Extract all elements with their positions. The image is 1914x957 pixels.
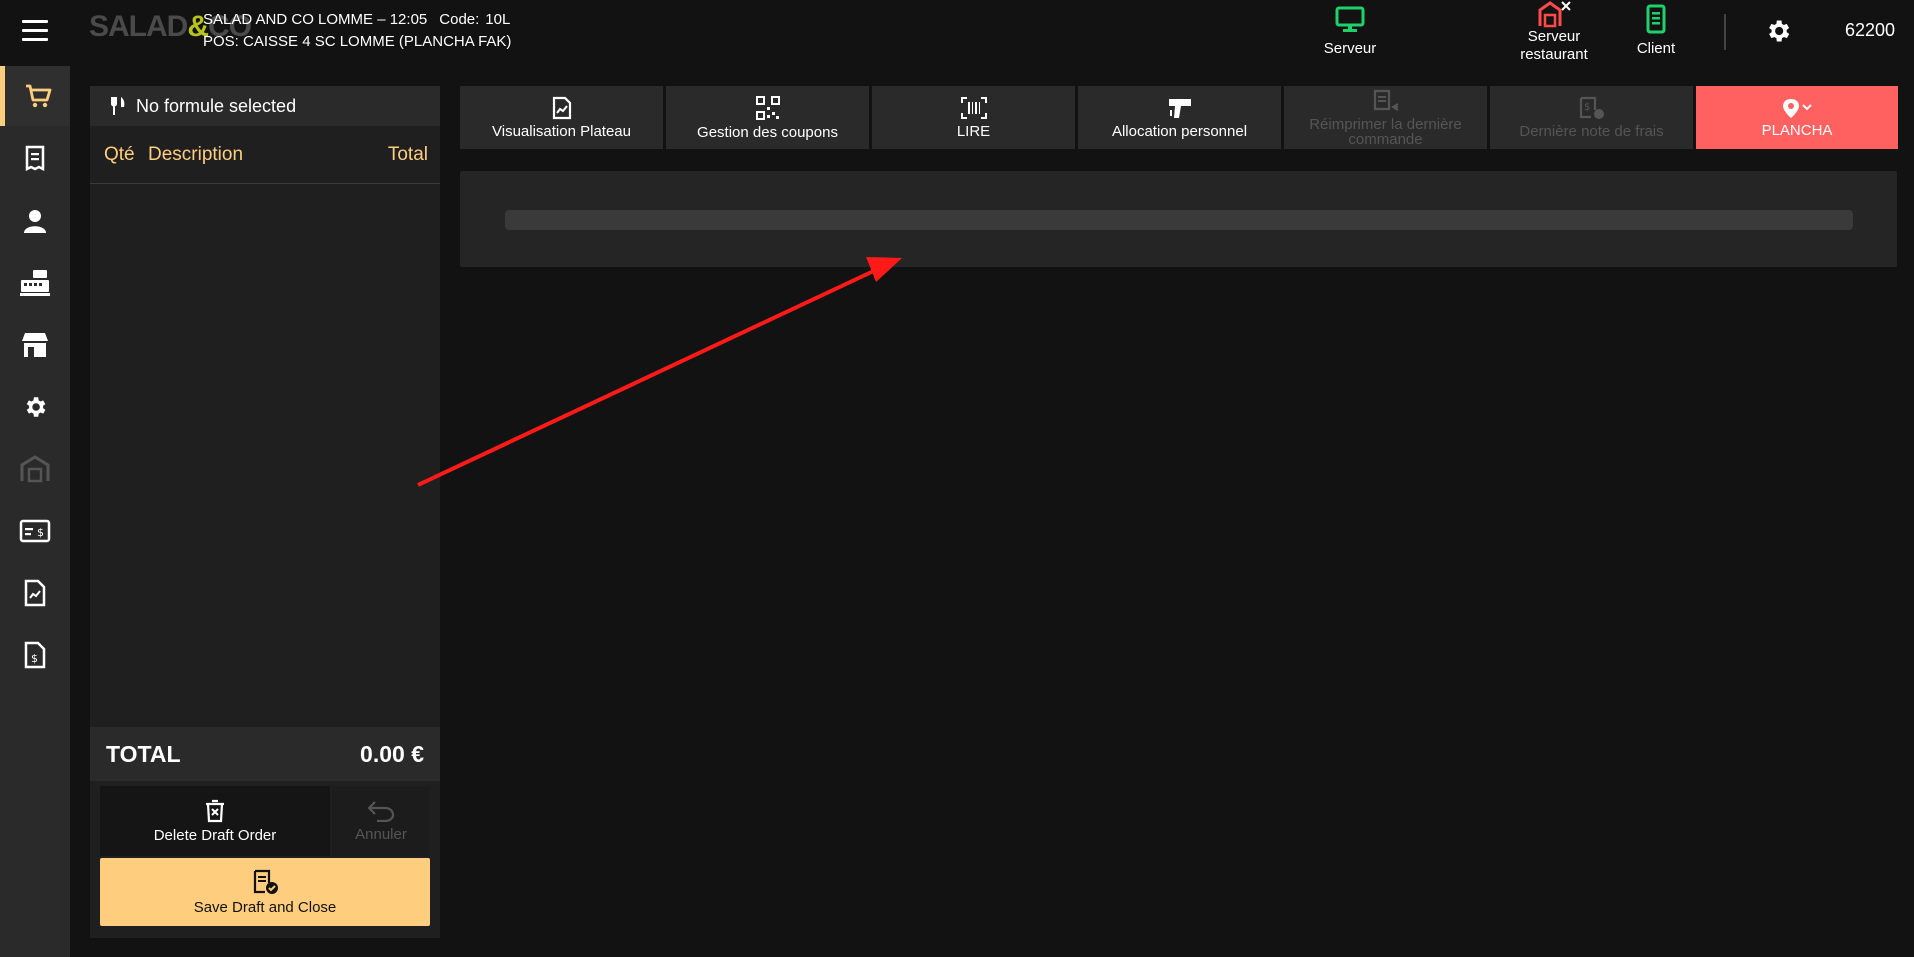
sidebar-item-cash-register[interactable] (0, 253, 70, 313)
delete-draft-button[interactable]: Delete Draft Order (100, 786, 330, 856)
user-icon (24, 210, 46, 233)
delete-draft-label: Delete Draft Order (153, 826, 277, 844)
client-button[interactable]: Client (1630, 4, 1682, 57)
serveur-button[interactable]: Serveur (1320, 6, 1380, 57)
svg-text:$: $ (1584, 102, 1590, 113)
sidebar-item-payments[interactable]: $ (0, 501, 70, 561)
expense-note-icon: $ (1579, 96, 1604, 119)
column-description: Description (148, 143, 244, 165)
reimprimer-label: Réimprimer la dernière commande (1309, 115, 1462, 148)
column-qte: Qté (104, 143, 135, 165)
gear-icon (26, 397, 46, 417)
reprint-icon (1373, 89, 1399, 111)
receipt-icon (25, 145, 45, 172)
serveur-label: Serveur (1323, 40, 1377, 57)
gestion-coupons-button[interactable]: Gestion des coupons (666, 86, 869, 149)
formule-label: No formule selected (136, 95, 297, 116)
phone-icon (1646, 4, 1666, 34)
svg-text:$: $ (37, 526, 44, 539)
restaurant-icon (1538, 1, 1571, 28)
sidebar-item-cart[interactable] (0, 66, 70, 126)
scanner-gun-icon (1168, 99, 1191, 118)
undo-icon (367, 800, 395, 822)
serveur-restaurant-label-1: Serveur (1527, 28, 1581, 45)
chart-document-icon (552, 96, 571, 120)
store-time: SALAD AND CO LOMME – 12:05 (203, 11, 428, 28)
order-table-header: Qté Description Total (90, 126, 440, 184)
top-bar: SALAD&CO SALAD AND CO LOMME – 12:05 Code:… (0, 0, 1914, 66)
invoice-icon: $ (24, 641, 46, 669)
location-pin-icon (1783, 99, 1812, 118)
gear-icon[interactable] (1764, 17, 1792, 45)
code-label: Code: (439, 11, 480, 28)
action-toolbar: Visualisation Plateau Gestion des coupon… (460, 86, 1898, 149)
plancha-label: PLANCHA (1761, 122, 1833, 139)
trash-icon (206, 799, 224, 822)
total-bar: TOTAL 0.00 € (90, 727, 440, 781)
content-panel (460, 171, 1897, 267)
visualisation-plateau-label: Visualisation Plateau (492, 123, 631, 140)
warehouse-icon (20, 455, 50, 483)
serveur-restaurant-label-2: restaurant (1520, 46, 1588, 63)
barcode-scan-icon (960, 97, 987, 119)
cart-icon (25, 84, 51, 108)
order-actions: Delete Draft Order Annuler (100, 786, 430, 856)
visualisation-plateau-button[interactable]: Visualisation Plateau (460, 86, 663, 149)
reimprimer-button[interactable]: Réimprimer la dernière commande (1284, 86, 1487, 149)
sidebar-item-invoices[interactable]: $ (0, 625, 70, 685)
order-panel: No formule selected Qté Description Tota… (90, 86, 440, 938)
total-label: TOTAL (106, 740, 181, 767)
store-info: SALAD AND CO LOMME – 12:05 Code: 10L (203, 11, 510, 28)
svg-text:$: $ (31, 652, 38, 665)
header-divider (1724, 14, 1726, 50)
cutlery-icon (111, 97, 125, 115)
allocation-personnel-button[interactable]: Allocation personnel (1078, 86, 1281, 149)
loading-bar (505, 210, 1853, 230)
client-label: Client (1636, 40, 1676, 57)
document-check-icon (253, 869, 278, 894)
sidebar: $ $ (0, 66, 70, 957)
menu-icon[interactable] (22, 20, 48, 42)
plancha-location-button[interactable]: PLANCHA (1696, 86, 1898, 149)
allocation-personnel-label: Allocation personnel (1111, 123, 1248, 140)
lire-button[interactable]: LIRE (872, 86, 1075, 149)
code-value: 10L (485, 11, 511, 28)
sidebar-item-settings[interactable] (0, 377, 70, 437)
payment-card-icon: $ (19, 519, 51, 543)
lire-label: LIRE (956, 123, 991, 140)
annuler-label: Annuler (355, 825, 407, 843)
monitor-icon (1335, 6, 1365, 32)
qr-code-icon (755, 96, 780, 120)
sidebar-item-store[interactable] (0, 315, 70, 375)
total-value: 0.00 € (360, 740, 424, 767)
cash-register-icon (20, 270, 50, 296)
zip-code: 62200 (1845, 20, 1896, 40)
sidebar-item-reports[interactable] (0, 563, 70, 623)
derniere-note-label: Dernière note de frais (1519, 123, 1664, 140)
order-lines (90, 184, 440, 724)
save-draft-label: Save Draft and Close (193, 898, 337, 916)
save-draft-button[interactable]: Save Draft and Close (100, 858, 430, 926)
gestion-coupons-label: Gestion des coupons (697, 124, 838, 141)
derniere-note-button[interactable]: $ Dernière note de frais (1490, 86, 1693, 149)
formule-bar[interactable]: No formule selected (90, 86, 440, 126)
sidebar-item-receipts[interactable] (0, 129, 70, 189)
pos-info: POS: CAISSE 4 SC LOMME (PLANCHA FAK) (203, 33, 512, 50)
sidebar-item-user[interactable] (0, 191, 70, 251)
sidebar-item-warehouse[interactable] (0, 439, 70, 499)
column-total: Total (387, 143, 428, 165)
report-icon (24, 579, 46, 607)
store-icon (22, 333, 48, 357)
annuler-button[interactable]: Annuler (332, 786, 430, 856)
serveur-restaurant-button[interactable]: Serveur restaurant (1508, 0, 1600, 64)
